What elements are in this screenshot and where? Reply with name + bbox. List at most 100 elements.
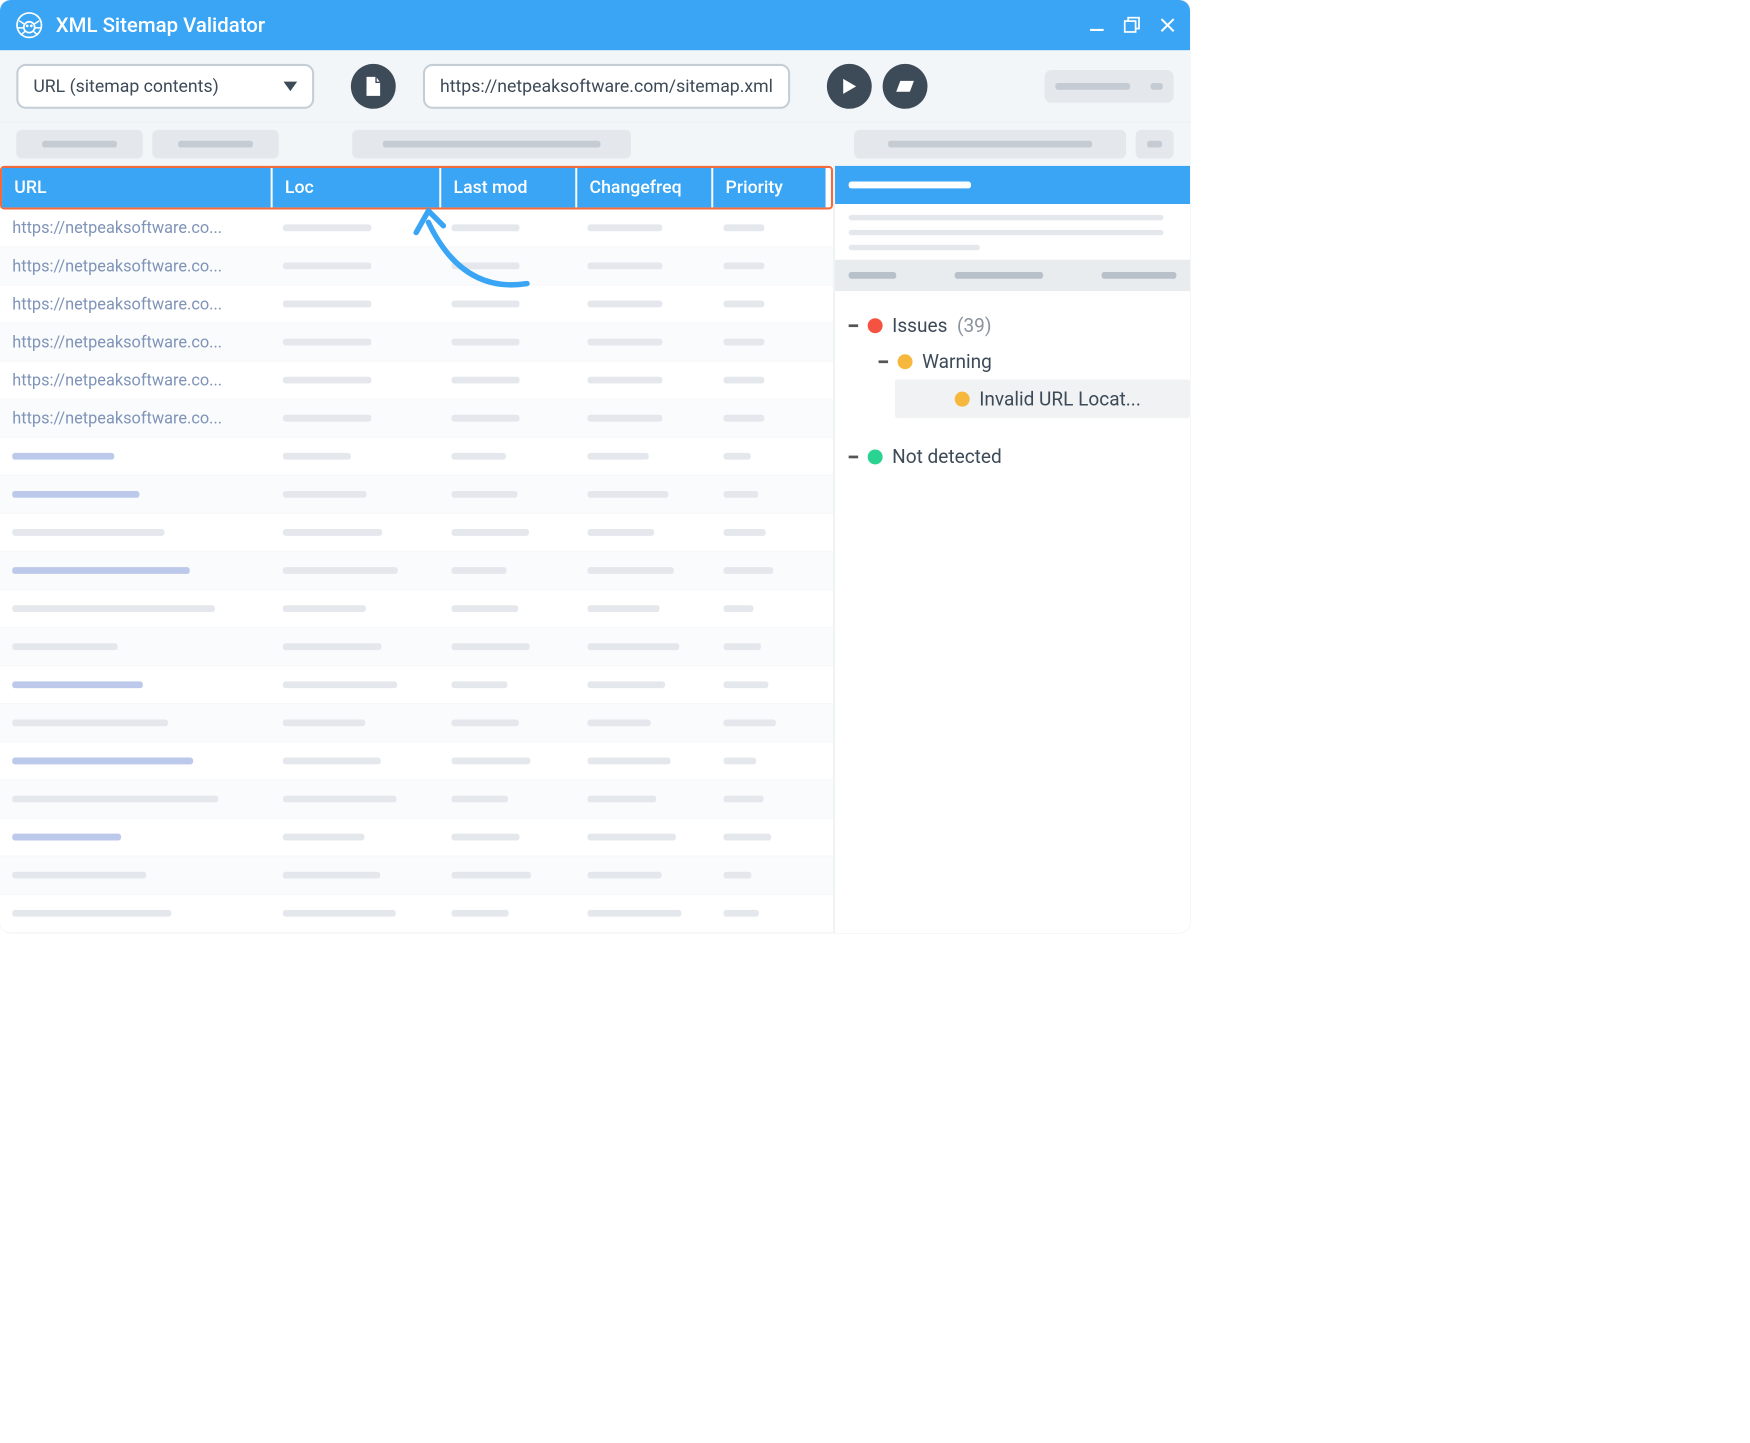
maximize-button[interactable] [1122,15,1142,35]
table-row[interactable]: https://netpeaksoftware.co... [0,400,833,438]
table-row[interactable]: https://netpeaksoftware.co... [0,248,833,286]
table-row[interactable]: https://netpeaksoftware.co... [0,362,833,400]
filter-bar [0,122,1190,166]
table-cell [439,476,575,513]
filter-chip[interactable] [352,130,631,159]
table-cell [271,400,440,437]
table-cell [711,362,823,399]
open-file-button[interactable] [351,64,396,109]
table-cell [575,286,711,323]
table-cell [575,857,711,894]
tree-label: Warning [922,350,992,372]
table-cell [575,362,711,399]
column-header-loc[interactable]: Loc [273,168,442,207]
table-row[interactable] [0,857,833,895]
tree-count: (39) [957,314,992,336]
status-dot-icon [868,449,883,464]
url-input[interactable]: https://netpeaksoftware.com/sitemap.xml [423,64,790,109]
table-row[interactable] [0,590,833,628]
table-cell [271,819,440,856]
table-cell [711,324,823,361]
table-cell [271,781,440,818]
table-cell [711,514,823,551]
filter-chip[interactable] [152,130,278,159]
play-icon [841,77,857,95]
table-row[interactable] [0,628,833,666]
table-cell [575,819,711,856]
status-dot-icon [898,354,913,369]
clear-button[interactable] [882,64,927,109]
table-cell [575,324,711,361]
table-cell [439,666,575,703]
table-row[interactable] [0,781,833,819]
table-cell [575,895,711,932]
table-cell [439,552,575,589]
table-body: https://netpeaksoftware.co...https://net… [0,209,833,933]
table-cell-url [0,857,271,894]
toolbar-extra-dropdown[interactable] [1044,70,1173,103]
close-button[interactable] [1157,15,1177,35]
table-cell [271,628,440,665]
table-row[interactable]: https://netpeaksoftware.co... [0,286,833,324]
issues-panel-tabs [835,260,1190,291]
table-cell [271,209,440,246]
column-header-priority[interactable]: Priority [713,168,825,207]
table-cell [711,552,823,589]
table-row[interactable] [0,514,833,552]
table-row[interactable] [0,895,833,933]
table-cell [575,400,711,437]
filter-chip[interactable] [1136,130,1174,159]
table-row[interactable] [0,666,833,704]
table-row[interactable] [0,743,833,781]
table-cell-url: https://netpeaksoftware.co... [0,324,271,361]
table-row[interactable] [0,819,833,857]
tree-item-issues[interactable]: Issues (39) [849,307,1177,343]
table-cell [575,248,711,285]
column-header-changefreq[interactable]: Changefreq [577,168,713,207]
table-cell [271,666,440,703]
filter-chip[interactable] [16,130,142,159]
table-cell [575,209,711,246]
issues-tree: Issues (39) Warning Invalid URL Locat...… [835,291,1190,491]
table-cell [575,743,711,780]
table-cell [575,704,711,741]
table-cell-url [0,895,271,932]
tree-item-warning[interactable]: Warning [849,343,1177,379]
status-dot-icon [955,391,970,406]
table-cell-url [0,781,271,818]
file-icon [364,75,383,97]
url-input-value: https://netpeaksoftware.com/sitemap.xml [440,76,773,96]
table-cell [711,248,823,285]
table-cell [439,819,575,856]
table-row[interactable] [0,476,833,514]
filter-chip[interactable] [854,130,1126,159]
tree-item-invalid-url[interactable]: Invalid URL Locat... [895,379,1190,418]
table-cell-url [0,819,271,856]
column-header-url[interactable]: URL [2,168,273,207]
minimize-button[interactable] [1087,15,1107,35]
chevron-down-icon [284,81,298,91]
table-row[interactable] [0,438,833,476]
collapse-icon [849,324,859,327]
toolbar: URL (sitemap contents) https://netpeakso… [0,50,1190,122]
table-cell [271,552,440,589]
table-row[interactable] [0,704,833,742]
table-cell [271,476,440,513]
tree-item-not-detected[interactable]: Not detected [849,439,1177,475]
table-cell [439,514,575,551]
collapse-icon [849,455,859,458]
table-cell [711,590,823,627]
table-cell [271,362,440,399]
status-dot-icon [868,318,883,333]
table-row[interactable]: https://netpeaksoftware.co... [0,209,833,247]
table-cell [711,628,823,665]
table-cell [439,704,575,741]
mode-dropdown[interactable]: URL (sitemap contents) [16,64,314,109]
table-cell [439,400,575,437]
table-row[interactable]: https://netpeaksoftware.co... [0,324,833,362]
column-header-lastmod[interactable]: Last mod [441,168,577,207]
table-cell [271,514,440,551]
table-cell-url [0,514,271,551]
table-row[interactable] [0,552,833,590]
start-button[interactable] [827,64,872,109]
